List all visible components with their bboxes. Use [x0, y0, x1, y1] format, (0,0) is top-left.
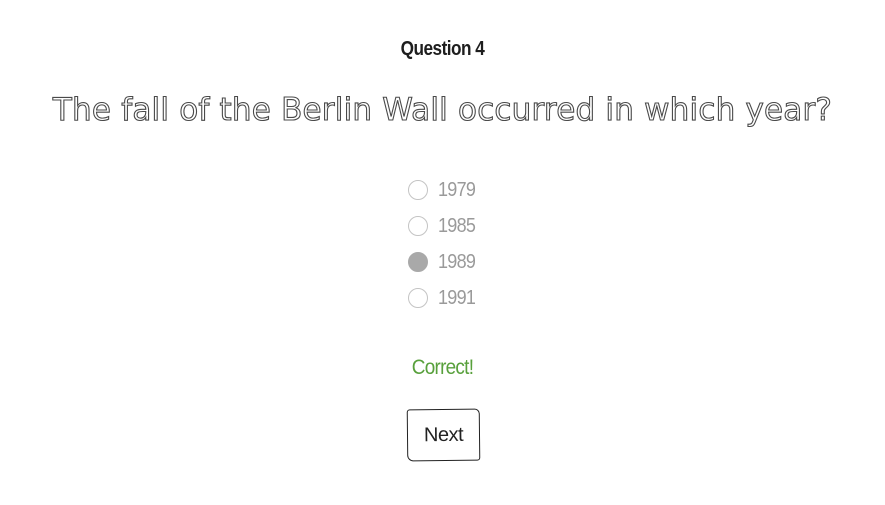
- question-text: The fall of the Berlin Wall occurred in …: [52, 91, 833, 128]
- radio-button[interactable]: [408, 288, 428, 308]
- option-label: 1989: [438, 250, 476, 273]
- radio-button[interactable]: [408, 252, 428, 272]
- feedback-message: Correct!: [411, 356, 474, 379]
- radio-button[interactable]: [408, 216, 428, 236]
- radio-button[interactable]: [408, 180, 428, 200]
- next-button[interactable]: Next: [406, 408, 481, 462]
- option-1985[interactable]: 1985: [408, 208, 548, 244]
- option-1991[interactable]: 1991: [408, 280, 548, 316]
- option-label: 1985: [438, 214, 476, 237]
- option-1979[interactable]: 1979: [408, 172, 548, 208]
- option-label: 1991: [438, 286, 476, 309]
- option-1989[interactable]: 1989: [408, 244, 548, 280]
- option-label: 1979: [438, 178, 476, 201]
- answer-options: 1979 1985 1989 1991: [408, 172, 548, 316]
- question-number: Question 4: [400, 38, 485, 60]
